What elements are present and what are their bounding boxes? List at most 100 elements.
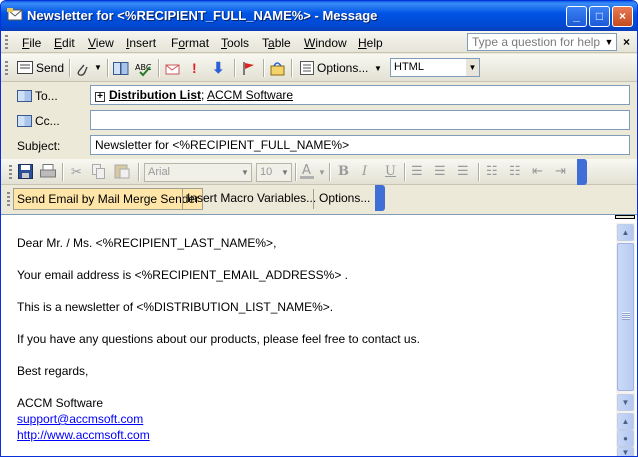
document-close-icon[interactable]: × (623, 35, 630, 49)
subject-field[interactable]: Newsletter for <%RECIPIENT_FULL_NAME%> (90, 135, 630, 155)
vertical-scrollbar[interactable]: ▲ ▼ ▲ ● ▼ (616, 223, 635, 456)
chevron-down-icon[interactable]: ▼ (279, 164, 291, 181)
minimize-button[interactable]: _ (566, 6, 587, 27)
print-icon[interactable] (40, 164, 56, 179)
send-mail-merge-button[interactable]: Send Email by Mail Merge Sender (13, 188, 204, 210)
toolbar-separator (263, 59, 264, 77)
message-format-select[interactable]: HTML ▼ (390, 58, 480, 77)
follow-up-flag-icon[interactable] (242, 61, 256, 76)
formatting-toolbar: ✂ Arial ▼ 10 ▼ A ▼ B I U ☰ ☰ ☰ ☷ ☷ ⇤ ⇥ (1, 159, 637, 185)
align-right-icon[interactable]: ☰ (457, 163, 469, 179)
distribution-list-link[interactable]: Distribution List (109, 88, 201, 102)
message-flag-icon[interactable] (165, 61, 181, 77)
menu-insert[interactable]: Insert (126, 36, 156, 50)
bold-button[interactable]: B (338, 164, 349, 179)
questions-text: If you have any questions about our prod… (17, 332, 420, 346)
font-size-select[interactable]: 10 ▼ (256, 163, 292, 182)
align-left-icon[interactable]: ☰ (411, 163, 423, 179)
mail-merge-toolbar: Send Email by Mail Merge Sender Insert M… (1, 185, 637, 213)
select-browse-object-button[interactable]: ● (617, 430, 634, 447)
cc-field[interactable] (90, 110, 630, 130)
cut-icon[interactable]: ✂ (71, 164, 82, 180)
toolbar-options-chevron[interactable] (375, 185, 385, 211)
svg-text:A: A (302, 163, 311, 178)
scroll-thumb[interactable] (617, 243, 634, 391)
minimize-icon: _ (573, 9, 580, 23)
menu-edit[interactable]: Edit (54, 36, 75, 50)
toolbar-separator (69, 59, 70, 77)
regards-text: Best regards, (17, 364, 89, 378)
toolbar-separator (234, 59, 235, 77)
decrease-indent-icon[interactable]: ⇤ (532, 163, 543, 179)
toolbar-grip[interactable] (5, 61, 8, 75)
chevron-down-icon[interactable]: ▼ (239, 164, 251, 181)
toolbar-separator (182, 189, 183, 209)
address-book-icon[interactable] (113, 62, 129, 75)
mail-merge-options-button[interactable]: Options... (316, 188, 373, 210)
next-object-button[interactable]: ▼ (617, 447, 634, 456)
insert-macro-variables-button[interactable]: Insert Macro Variables... (184, 188, 319, 210)
toolbar-grip[interactable] (5, 35, 8, 49)
close-icon: × (618, 9, 626, 23)
scroll-down-button[interactable]: ▼ (617, 394, 634, 411)
check-names-icon[interactable]: ABC (135, 61, 153, 77)
toolbar-separator (107, 59, 108, 77)
envelope-icon (7, 8, 23, 21)
newsletter-text: This is a newsletter of <%DISTRIBUTION_L… (17, 300, 334, 314)
permission-icon[interactable] (269, 60, 286, 76)
attach-icon[interactable] (76, 62, 88, 78)
bullets-icon[interactable]: ☷ (509, 163, 521, 179)
toolbar-options-chevron[interactable] (577, 159, 587, 185)
send-icon (17, 61, 33, 74)
maximize-button[interactable]: □ (589, 6, 610, 27)
increase-indent-icon[interactable]: ⇥ (555, 163, 566, 179)
chevron-down-icon[interactable]: ▼ (94, 63, 102, 72)
address-book-icon (17, 90, 32, 102)
expand-icon[interactable]: + (95, 92, 105, 102)
high-importance-icon[interactable]: ! (192, 60, 197, 76)
to-button[interactable]: To... (17, 89, 58, 103)
previous-object-button[interactable]: ▲ (617, 413, 634, 430)
recipient-link[interactable]: ACCM Software (207, 88, 293, 102)
chevron-down-icon[interactable]: ▼ (602, 34, 616, 50)
low-importance-icon[interactable]: ⬇ (212, 59, 225, 77)
menu-format[interactable]: Format (171, 36, 209, 50)
toolbar-grip[interactable] (9, 165, 12, 179)
toolbar-separator (138, 163, 139, 181)
message-window: Newsletter for <%RECIPIENT_FULL_NAME%> -… (0, 0, 638, 457)
copy-icon[interactable] (92, 164, 106, 179)
menu-table[interactable]: Table (262, 36, 291, 50)
title-bar[interactable]: Newsletter for <%RECIPIENT_FULL_NAME%> -… (1, 1, 637, 31)
toolbar-separator (158, 59, 159, 77)
paste-icon[interactable] (114, 163, 130, 179)
support-email-link[interactable]: support@accmsoft.com (17, 412, 143, 426)
toolbar-separator (295, 163, 296, 181)
toolbar-separator (478, 163, 479, 181)
align-center-icon[interactable]: ☰ (434, 163, 446, 179)
numbering-icon[interactable]: ☷ (486, 163, 498, 179)
website-link[interactable]: http://www.accmsoft.com (17, 428, 150, 442)
ask-question-input[interactable]: Type a question for help (467, 33, 617, 51)
menu-view[interactable]: View (88, 36, 114, 50)
to-field[interactable]: + Distribution List; ACCM Software (90, 85, 630, 105)
menu-bar: File Edit View Insert Format Tools Table… (1, 31, 637, 53)
font-color-icon[interactable]: A (299, 162, 315, 180)
chevron-down-icon[interactable]: ▼ (466, 59, 479, 76)
close-button[interactable]: × (612, 6, 633, 27)
font-name-select[interactable]: Arial ▼ (144, 163, 252, 182)
menu-window[interactable]: Window (304, 36, 347, 50)
toolbar-separator (62, 163, 63, 181)
message-body[interactable]: Dear Mr. / Ms. <%RECIPIENT_LAST_NAME%>, … (1, 214, 637, 456)
cc-button[interactable]: Cc... (17, 114, 60, 128)
chevron-down-icon[interactable]: ▼ (318, 168, 326, 177)
chevron-down-icon[interactable]: ▼ (374, 64, 382, 73)
ruler-button[interactable] (615, 215, 635, 219)
menu-file[interactable]: File (22, 36, 41, 50)
underline-button[interactable]: U (385, 164, 396, 179)
toolbar-grip[interactable] (7, 192, 10, 206)
scroll-up-button[interactable]: ▲ (617, 224, 634, 241)
italic-button[interactable]: I (362, 164, 367, 179)
save-icon[interactable] (18, 164, 33, 179)
menu-help[interactable]: Help (358, 36, 383, 50)
menu-tools[interactable]: Tools (221, 36, 249, 50)
